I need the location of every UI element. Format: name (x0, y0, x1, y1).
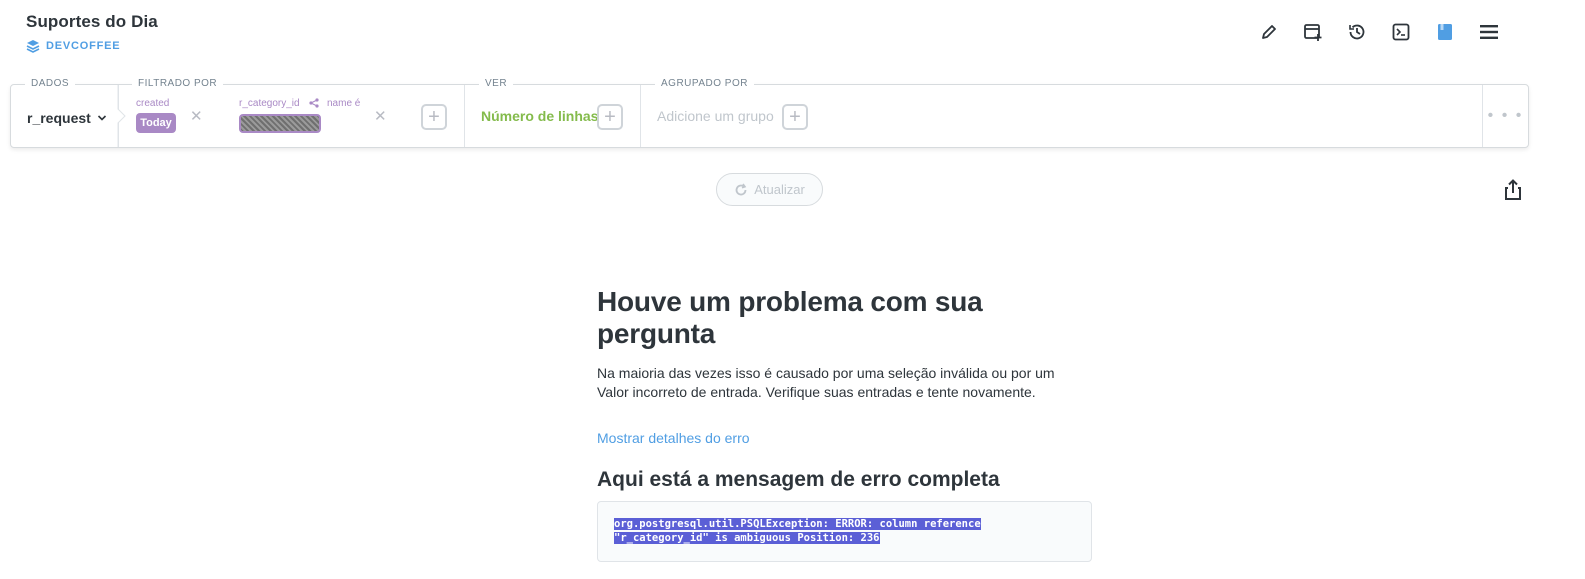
collection-breadcrumb[interactable]: DEVCOFFEE (26, 39, 158, 53)
view-metric[interactable]: Número de linhas (481, 108, 598, 124)
section-divider (640, 85, 641, 147)
data-source-name: r_request (27, 110, 91, 126)
error-message-text[interactable]: org.postgresql.util.PSQLException: ERROR… (614, 517, 1075, 545)
data-section-label: DADOS (25, 78, 76, 89)
filter-section-label: FILTRADO POR (132, 78, 224, 89)
refresh-icon (735, 183, 747, 195)
question-title[interactable]: Suportes do Dia (26, 12, 158, 32)
bookmark-icon[interactable] (1432, 20, 1458, 44)
add-to-dashboard-icon[interactable] (1300, 20, 1326, 44)
add-filter-button[interactable]: + (421, 104, 447, 130)
query-builder-bar: DADOS r_request FILTRADO POR created Tod… (10, 78, 1529, 148)
history-icon[interactable] (1344, 20, 1370, 44)
page-header: Suportes do Dia DEVCOFFEE (26, 12, 158, 53)
data-source-selector[interactable]: r_request (27, 110, 107, 126)
error-line-1: org.postgresql.util.PSQLException: ERROR… (614, 518, 981, 530)
section-divider (464, 85, 465, 147)
error-message-box: org.postgresql.util.PSQLException: ERROR… (597, 501, 1092, 562)
filter-value-pill[interactable]: Today (136, 113, 176, 133)
remove-filter-icon[interactable]: ✕ (374, 107, 387, 125)
error-title: Houve um problema com sua pergunta (597, 286, 983, 349)
section-divider-arrow (117, 85, 126, 147)
refresh-button[interactable]: Atualizar (716, 173, 823, 206)
error-description: Na maioria das vezes isso é causado por … (597, 365, 1055, 400)
filter-value-pill-redacted[interactable] (239, 114, 321, 133)
add-group-placeholder[interactable]: Adicione um grupo (657, 108, 774, 124)
sql-editor-icon[interactable] (1388, 20, 1414, 44)
header-toolbar (1256, 20, 1502, 44)
add-metric-button[interactable]: + (597, 104, 623, 130)
filter-field-category: r_category_id (239, 98, 300, 109)
remove-filter-icon[interactable]: ✕ (190, 107, 203, 125)
more-options-button[interactable]: • • • (1482, 85, 1528, 147)
join-link-icon (309, 98, 319, 108)
view-section-label: VER (479, 78, 514, 89)
filter-field-created: created (136, 98, 170, 109)
collection-name: DEVCOFFEE (46, 40, 121, 52)
edit-pencil-icon[interactable] (1256, 20, 1282, 44)
filter-subfield: name é (327, 98, 361, 109)
show-error-details-link[interactable]: Mostrar detalhes do erro (597, 430, 750, 446)
group-section-label: AGRUPADO POR (655, 78, 754, 89)
error-line-2: "r_category_id" is ambiguous Position: 2… (614, 532, 880, 544)
chevron-down-icon (97, 115, 106, 121)
add-group-button[interactable]: + (782, 104, 808, 130)
full-error-heading: Aqui está a mensagem de erro completa (597, 468, 1000, 491)
share-icon[interactable] (1503, 179, 1523, 201)
error-panel: Houve um problema com sua pergunta Na ma… (597, 286, 1097, 562)
menu-icon[interactable] (1476, 20, 1502, 44)
refresh-label: Atualizar (754, 182, 805, 197)
collection-layers-icon (26, 40, 40, 53)
